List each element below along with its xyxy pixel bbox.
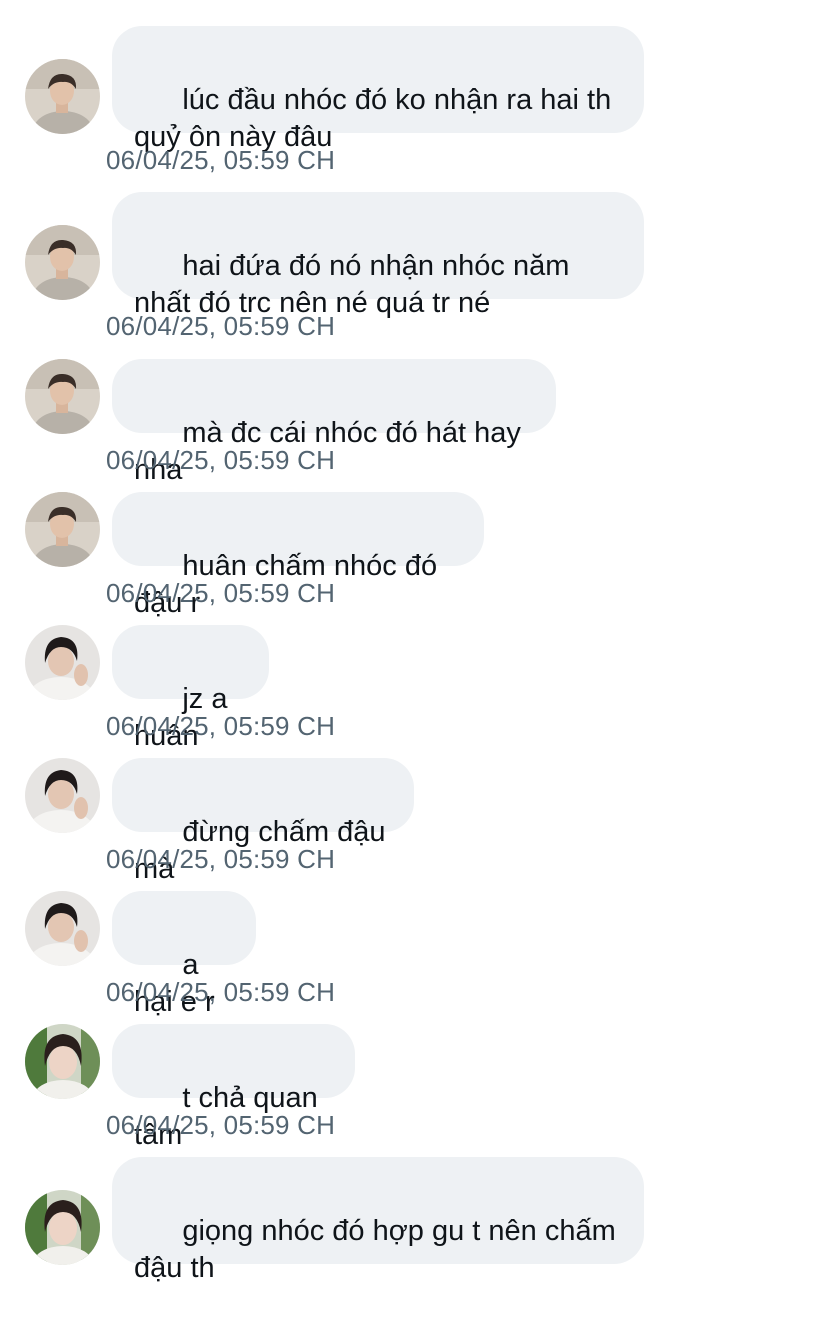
message-bubble[interactable]: t chả quan tâm [112,1024,355,1151]
avatar-user-b-icon[interactable] [25,758,100,833]
message-timestamp: 06/04/25, 05:59 CH [106,711,336,741]
message-bubble[interactable]: a hại e r [112,891,256,1018]
message-timestamp: 06/04/25, 05:59 CH [106,977,336,1007]
avatar-user-a-icon[interactable] [25,59,100,134]
message-text: giọng nhóc đó hợp gu t nên chấm đậu th [134,1215,624,1284]
message-timestamp: 06/04/25, 05:59 CH [106,145,336,175]
avatar-user-a-icon[interactable] [25,359,100,434]
message-timestamp: 06/04/25, 05:59 CH [106,578,336,608]
message-bubble[interactable]: mà đc cái nhóc đó hát hay nha [112,359,556,486]
message-timestamp: 06/04/25, 05:59 CH [106,844,336,874]
avatar-user-c-icon[interactable] [25,1190,100,1265]
avatar-user-b-icon[interactable] [25,625,100,700]
message-bubble[interactable]: lúc đầu nhóc đó ko nhận ra hai th quỷ ôn… [112,26,644,153]
message-list[interactable]: lúc đầu nhóc đó ko nhận ra hai th quỷ ôn… [0,0,817,1284]
avatar-user-a-icon[interactable] [25,225,100,300]
avatar-user-a-icon[interactable] [25,492,100,567]
message-bubble[interactable]: huân chấm nhóc đó đậu r [112,492,484,619]
message-text: lúc đầu nhóc đó ko nhận ra hai th quỷ ôn… [134,84,620,153]
message-timestamp: 06/04/25, 05:59 CH [106,1110,336,1140]
message-bubble[interactable]: giọng nhóc đó hợp gu t nên chấm đậu th [112,1157,644,1284]
avatar-user-b-icon[interactable] [25,891,100,966]
message-timestamp: 06/04/25, 05:59 CH [106,445,336,475]
message-bubble[interactable]: hai đứa đó nó nhận nhóc năm nhất đó trc … [112,192,644,319]
message-text: hai đứa đó nó nhận nhóc năm nhất đó trc … [134,250,578,319]
message-bubble[interactable]: đừng chấm đậu mà [112,758,414,885]
message-timestamp: 06/04/25, 05:59 CH [106,311,336,341]
avatar-user-c-icon[interactable] [25,1024,100,1099]
message-bubble[interactable]: jz a huân [112,625,269,752]
